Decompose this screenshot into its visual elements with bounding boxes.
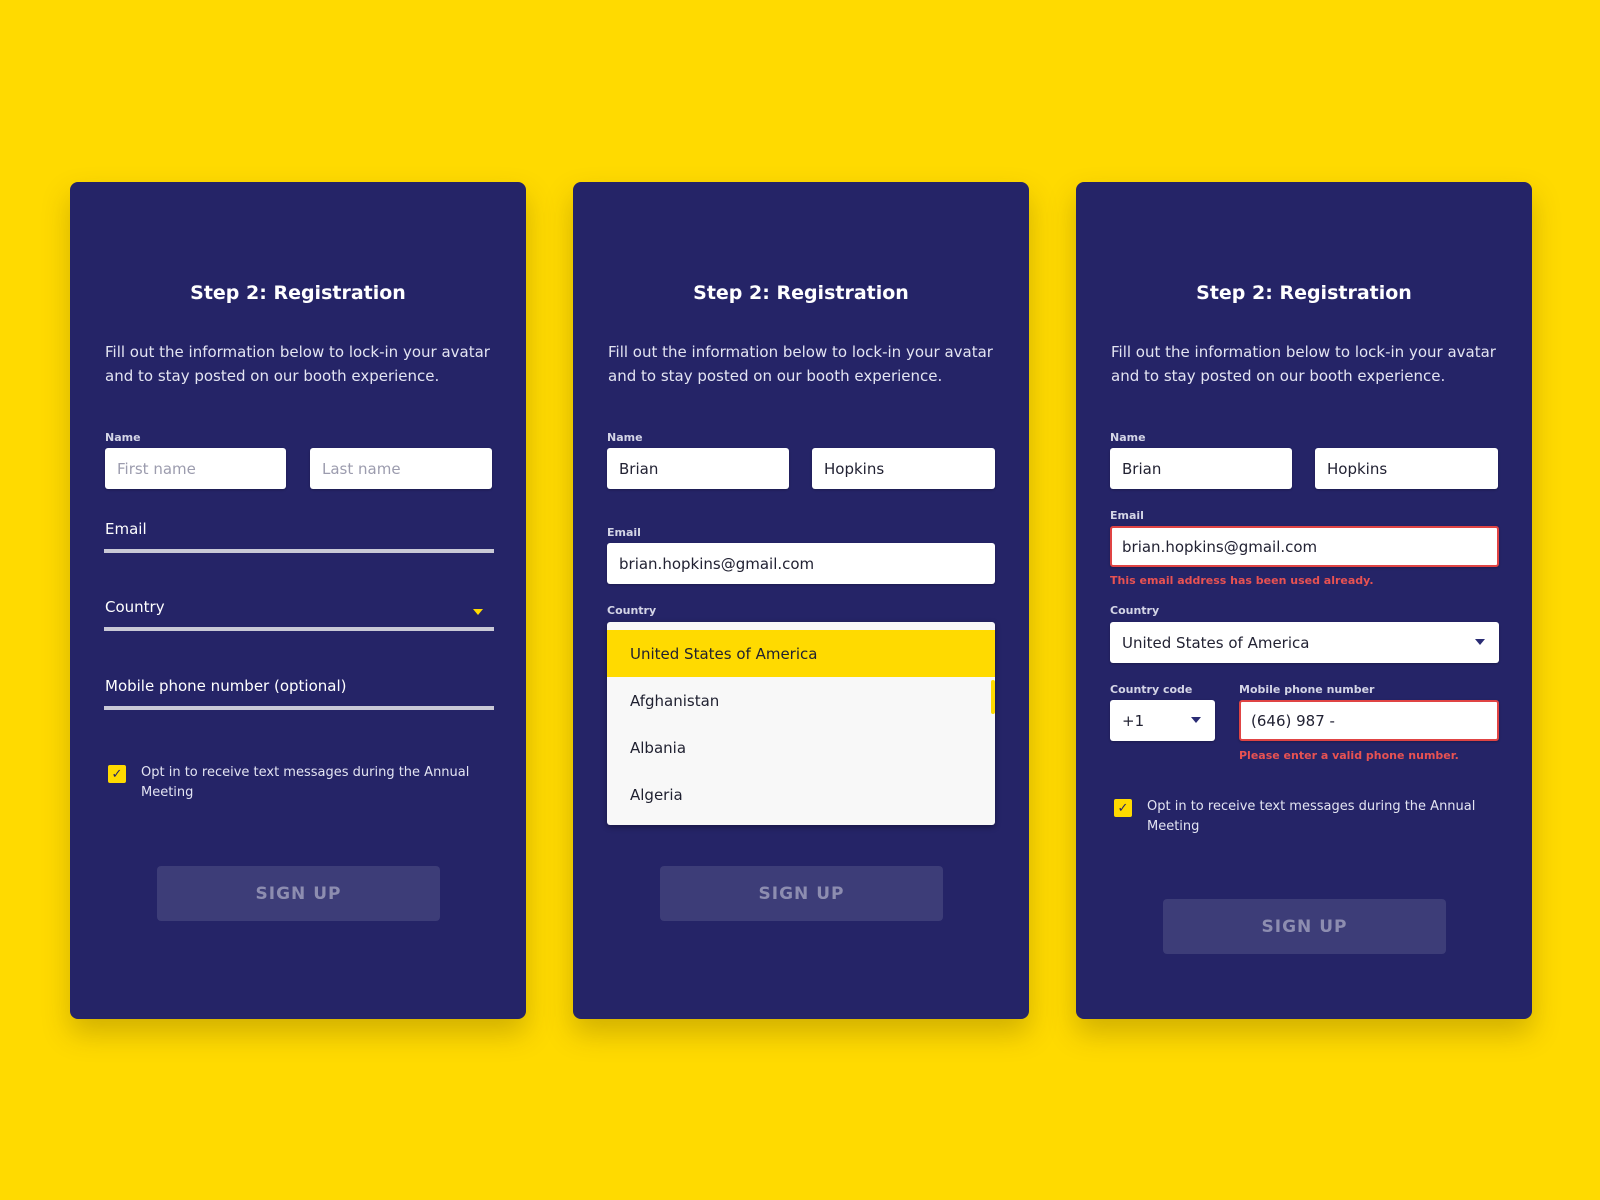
first-name-value: Brian — [619, 459, 659, 478]
email-error-message: This email address has been used already… — [1110, 574, 1374, 587]
first-name-placeholder: First name — [117, 459, 196, 478]
phone-value: (646) 987 - — [1251, 711, 1335, 730]
page-title: Step 2: Registration — [1196, 282, 1412, 304]
registration-card-errors: Step 2: Registration Fill out the inform… — [1076, 182, 1532, 1019]
chevron-down-icon — [473, 609, 483, 615]
email-value: brian.hopkins@gmail.com — [1122, 537, 1318, 556]
email-label: Email — [1110, 509, 1144, 522]
check-icon: ✓ — [1117, 800, 1129, 816]
chevron-down-icon — [1475, 639, 1485, 645]
country-code-label: Country code — [1110, 683, 1193, 696]
last-name-input[interactable]: Last name — [310, 448, 492, 489]
first-name-input[interactable]: Brian — [1110, 448, 1292, 489]
last-name-input[interactable]: Hopkins — [1315, 448, 1498, 489]
check-icon: ✓ — [111, 766, 123, 782]
intro-text: Fill out the information below to lock-i… — [1111, 343, 1496, 385]
country-field-label: Country — [105, 598, 165, 616]
country-code-select[interactable]: +1 — [1110, 700, 1215, 741]
phone-field-label: Mobile phone number (optional) — [105, 677, 347, 695]
signup-button[interactable]: SIGN UP — [157, 866, 440, 921]
name-label: Name — [1110, 431, 1146, 444]
country-value: United States of America — [1122, 633, 1310, 652]
country-select[interactable]: United States of America — [1110, 622, 1499, 663]
country-option-selected[interactable]: United States of America — [607, 630, 995, 677]
email-label: Email — [607, 526, 641, 539]
country-option[interactable]: Albania — [607, 724, 995, 771]
email-input[interactable]: brian.hopkins@gmail.com — [607, 543, 995, 584]
page-title: Step 2: Registration — [190, 282, 406, 304]
name-label: Name — [607, 431, 643, 444]
signup-button[interactable]: SIGN UP — [1163, 899, 1446, 954]
country-select[interactable]: Country — [104, 587, 494, 631]
chevron-down-icon — [1191, 717, 1201, 723]
phone-error-message: Please enter a valid phone number. — [1239, 749, 1459, 762]
phone-input[interactable]: (646) 987 - — [1239, 700, 1499, 741]
country-label: Country — [607, 604, 657, 617]
dropdown-scrollbar[interactable] — [991, 680, 995, 714]
first-name-input[interactable]: Brian — [607, 448, 789, 489]
email-field-label: Email — [105, 520, 147, 538]
email-input[interactable]: brian.hopkins@gmail.com — [1110, 526, 1499, 567]
country-option[interactable]: Algeria — [607, 771, 995, 818]
first-name-input[interactable]: First name — [105, 448, 286, 489]
registration-card-dropdown: Step 2: Registration Fill out the inform… — [573, 182, 1029, 1019]
country-label: Country — [1110, 604, 1160, 617]
optin-label: Opt in to receive text messages during t… — [141, 765, 470, 800]
registration-card-empty: Step 2: Registration Fill out the inform… — [70, 182, 526, 1019]
country-code-value: +1 — [1122, 711, 1145, 730]
email-input[interactable]: Email — [104, 509, 494, 553]
first-name-value: Brian — [1122, 459, 1162, 478]
optin-label: Opt in to receive text messages during t… — [1147, 799, 1476, 834]
last-name-placeholder: Last name — [322, 459, 401, 478]
last-name-input[interactable]: Hopkins — [812, 448, 995, 489]
email-value: brian.hopkins@gmail.com — [619, 554, 815, 573]
country-option[interactable]: Afghanistan — [607, 677, 995, 724]
last-name-value: Hopkins — [1327, 459, 1388, 478]
phone-input[interactable]: Mobile phone number (optional) — [104, 666, 494, 710]
country-dropdown[interactable]: United States of America Afghanistan Alb… — [607, 622, 995, 825]
phone-label: Mobile phone number — [1239, 683, 1375, 696]
optin-checkbox[interactable]: ✓ — [108, 765, 126, 783]
page-title: Step 2: Registration — [693, 282, 909, 304]
name-label: Name — [105, 431, 141, 444]
last-name-value: Hopkins — [824, 459, 885, 478]
intro-text: Fill out the information below to lock-i… — [608, 343, 993, 385]
intro-text: Fill out the information below to lock-i… — [105, 343, 490, 385]
optin-checkbox[interactable]: ✓ — [1114, 799, 1132, 817]
signup-button[interactable]: SIGN UP — [660, 866, 943, 921]
